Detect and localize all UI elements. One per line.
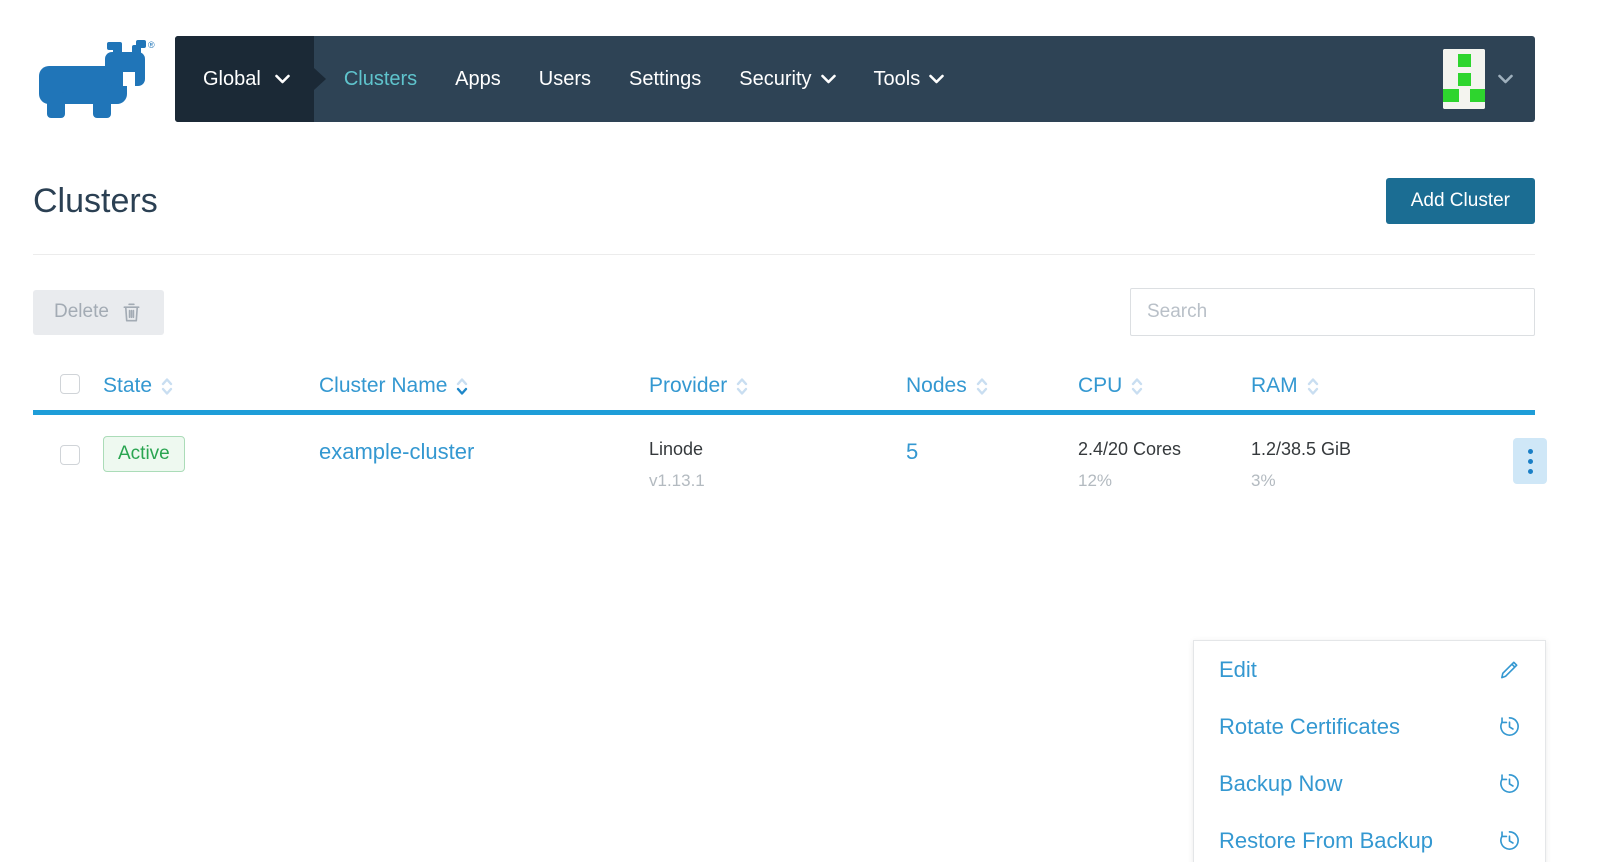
column-header-cluster-name[interactable]: Cluster Name: [319, 374, 649, 398]
nodes-count-link[interactable]: 5: [906, 439, 918, 464]
nav-item-apps[interactable]: Apps: [455, 68, 501, 91]
table-row: Active example-cluster Linode v1.13.1 5 …: [33, 415, 1535, 491]
chevron-down-icon: [1498, 74, 1513, 84]
bulk-delete-button[interactable]: Delete: [33, 290, 164, 335]
main-nav: Global Clusters Apps Users Settings Secu…: [175, 36, 1535, 122]
chevron-down-icon: [929, 74, 944, 84]
history-icon: [1498, 772, 1521, 795]
table-header: State Cluster Name Provider Nodes CPU RA: [33, 362, 1535, 415]
page-title: Clusters: [33, 182, 158, 221]
row-actions-menu: Edit Rotate Certificates Backup Now Rest…: [1193, 640, 1546, 862]
column-header-ram[interactable]: RAM: [1251, 374, 1481, 398]
sort-icon: [161, 377, 173, 396]
cluster-name-link[interactable]: example-cluster: [319, 439, 474, 464]
menu-item-restore-from-backup[interactable]: Restore From Backup: [1194, 812, 1545, 862]
nav-item-tools[interactable]: Tools: [874, 68, 945, 91]
ram-percent: 3%: [1251, 471, 1481, 491]
nav-item-security[interactable]: Security: [739, 68, 835, 91]
status-badge: Active: [103, 436, 185, 472]
search-input[interactable]: [1130, 288, 1535, 336]
menu-item-backup-now[interactable]: Backup Now: [1194, 755, 1545, 812]
sort-icon-active: [456, 377, 468, 396]
rancher-logo[interactable]: ®: [35, 36, 175, 122]
bulk-delete-label: Delete: [54, 301, 109, 323]
column-header-nodes[interactable]: Nodes: [906, 374, 1078, 398]
top-bar: ® Global Clusters Apps Users Settings Se…: [35, 36, 1535, 122]
ram-value: 1.2/38.5 GiB: [1251, 439, 1481, 460]
column-header-cpu[interactable]: CPU: [1078, 374, 1251, 398]
sort-icon: [976, 377, 988, 396]
trash-icon: [120, 301, 143, 324]
rancher-bull-icon: ®: [35, 36, 157, 122]
sort-icon: [1307, 377, 1319, 396]
history-icon: [1498, 829, 1521, 852]
nav-tools-label: Tools: [874, 68, 921, 91]
global-env-dropdown[interactable]: Global: [175, 36, 314, 122]
svg-text:®: ®: [148, 40, 155, 50]
sort-icon: [1131, 377, 1143, 396]
add-cluster-button[interactable]: Add Cluster: [1386, 178, 1535, 224]
nav-security-label: Security: [739, 68, 811, 91]
user-menu[interactable]: [1443, 49, 1513, 109]
menu-item-rotate-certificates[interactable]: Rotate Certificates: [1194, 698, 1545, 755]
user-avatar: [1443, 49, 1485, 109]
menu-item-edit[interactable]: Edit: [1194, 641, 1545, 698]
chevron-down-icon: [275, 74, 290, 84]
provider-value: Linode: [649, 439, 906, 460]
row-checkbox[interactable]: [60, 445, 80, 465]
pencil-icon: [1498, 658, 1521, 681]
cpu-percent: 12%: [1078, 471, 1251, 491]
env-label: Global: [203, 68, 261, 91]
column-header-provider[interactable]: Provider: [649, 374, 906, 398]
provider-version: v1.13.1: [649, 471, 906, 491]
nav-item-clusters[interactable]: Clusters: [344, 68, 417, 91]
divider: [33, 254, 1535, 255]
select-all-checkbox[interactable]: [60, 374, 80, 394]
nav-item-users[interactable]: Users: [539, 68, 591, 91]
cpu-value: 2.4/20 Cores: [1078, 439, 1251, 460]
page-content: Clusters Add Cluster Delete State Cluste…: [33, 178, 1535, 491]
nav-item-settings[interactable]: Settings: [629, 68, 701, 91]
row-actions-button[interactable]: [1513, 438, 1547, 484]
chevron-down-icon: [821, 74, 836, 84]
column-header-state[interactable]: State: [103, 374, 319, 398]
sort-icon: [736, 377, 748, 396]
history-icon: [1498, 715, 1521, 738]
